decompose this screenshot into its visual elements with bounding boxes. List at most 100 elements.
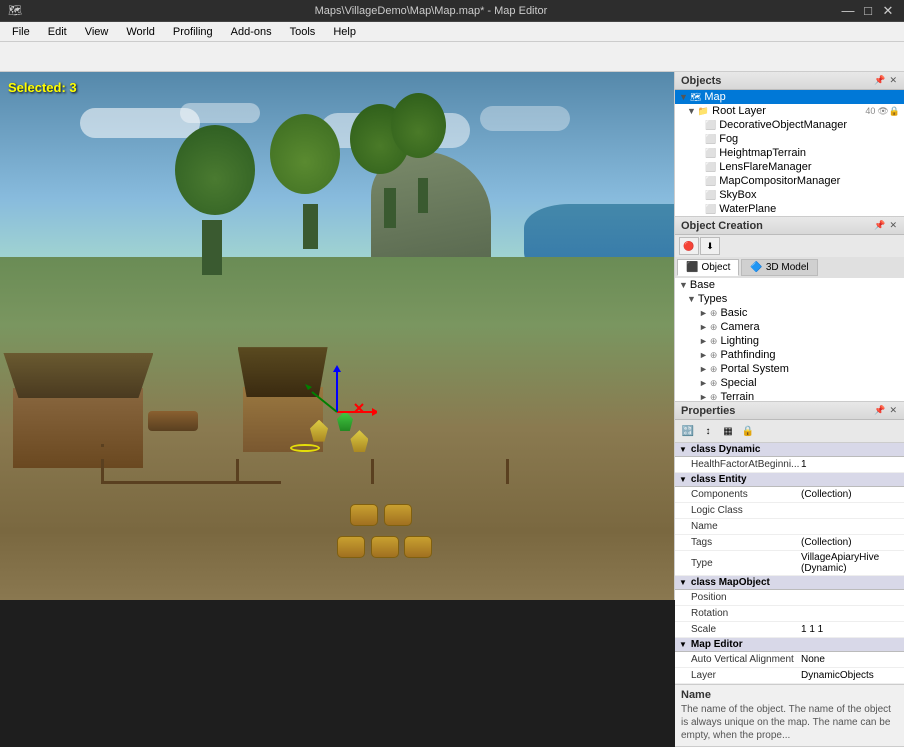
tree-trunk-4 xyxy=(418,178,428,213)
haybale-4 xyxy=(350,504,378,526)
cloud-4 xyxy=(480,106,570,131)
tree-item-skybox[interactable]: ⬜ SkyBox xyxy=(675,188,904,202)
tree-item-root-layer[interactable]: ▼ 📁 Root Layer 40 👁 🔒 xyxy=(675,104,904,118)
objects-panel: Objects 📌 ✕ ▼ 🗺 Map ▼ 📁 Root Layer 40 xyxy=(675,72,904,217)
creation-btn-1[interactable]: 🔴 xyxy=(679,237,699,255)
properties-panel-title: Properties xyxy=(681,405,735,417)
prop-filter-btn[interactable]: ↕ xyxy=(699,422,717,440)
creation-tree-lighting[interactable]: ► ⊕ Lighting xyxy=(675,334,904,348)
creation-tree-special[interactable]: ► ⊕ Special xyxy=(675,376,904,390)
main-layout: Selected: 3 Objects 📌 ✕ ▼ 🗺 Map xyxy=(0,72,904,600)
prop-autovertical: Auto Vertical Alignment None xyxy=(675,652,904,668)
tab-3dmodel[interactable]: 🔷 3D Model xyxy=(741,259,817,276)
properties-panel: Properties 📌 ✕ 🔡 ↕ ▦ 🔒 ▼ class Dynamic xyxy=(675,402,904,747)
creation-tree-types[interactable]: ▼ Types xyxy=(675,292,904,306)
fence-1 xyxy=(101,481,281,484)
minimize-button[interactable]: — xyxy=(840,3,856,19)
tree-item-heightmap[interactable]: ⬜ HeightmapTerrain xyxy=(675,146,904,160)
tree-item-map[interactable]: ▼ 🗺 Map xyxy=(675,90,904,104)
prop-sort-btn[interactable]: 🔡 xyxy=(679,422,697,440)
viewport[interactable]: Selected: 3 xyxy=(0,72,674,600)
objects-tree[interactable]: ▼ 🗺 Map ▼ 📁 Root Layer 40 👁 🔒 ⬜ xyxy=(675,90,904,216)
tree-item-decorative[interactable]: ⬜ DecorativeObjectManager xyxy=(675,118,904,132)
tree-item-waterplane[interactable]: ⬜ WaterPlane xyxy=(675,202,904,216)
tab-3dmodel-label: 3D Model xyxy=(766,262,809,273)
properties-panel-header: Properties 📌 ✕ xyxy=(675,402,904,420)
transform-gizmo xyxy=(297,362,377,442)
tree-item-lensflare[interactable]: ⬜ LensFlareManager xyxy=(675,160,904,174)
creation-close-icon[interactable]: ✕ xyxy=(888,219,898,232)
viewport-label: Selected: 3 xyxy=(8,80,77,95)
prop-components: Components (Collection) xyxy=(675,487,904,503)
haybale-5 xyxy=(384,504,412,526)
haybale-3 xyxy=(404,536,432,558)
menu-item-tools[interactable]: Tools xyxy=(282,24,324,40)
maximize-button[interactable]: □ xyxy=(860,3,876,19)
right-panels: Objects 📌 ✕ ▼ 🗺 Map ▼ 📁 Root Layer 40 xyxy=(674,72,904,600)
creation-icon-bar: 🔴 ⬇ xyxy=(675,235,904,257)
properties-panel-icons: 📌 ✕ xyxy=(873,404,898,417)
logs xyxy=(148,411,198,431)
section-entity[interactable]: ▼ class Entity xyxy=(675,473,904,487)
roof-left xyxy=(3,353,153,398)
creation-tree[interactable]: ▼ Base ▼ Types ► ⊕ Basic ► ⊕ xyxy=(675,278,904,401)
properties-toolbar: 🔡 ↕ ▦ 🔒 xyxy=(675,420,904,443)
close-button[interactable]: ✕ xyxy=(880,3,896,19)
titlebar-icon: 🗺 xyxy=(8,4,22,17)
creation-tree-base[interactable]: ▼ Base xyxy=(675,278,904,292)
titlebar: 🗺 Maps\VillageDemo\Map\Map.map* - Map Ed… xyxy=(0,0,904,22)
building-left xyxy=(13,388,143,468)
tree-top-4 xyxy=(391,93,446,158)
prop-layer: Layer DynamicObjects xyxy=(675,668,904,684)
name-desc-text: The name of the object. The name of the … xyxy=(681,703,898,742)
tree-top-2 xyxy=(270,114,340,194)
creation-panel-header: Object Creation 📌 ✕ xyxy=(675,217,904,235)
properties-pin-icon[interactable]: 📌 xyxy=(873,404,886,417)
section-dynamic[interactable]: ▼ class Dynamic xyxy=(675,443,904,457)
objects-panel-header: Objects 📌 ✕ xyxy=(675,72,904,90)
scene xyxy=(0,72,674,600)
creation-tree-portalsystem[interactable]: ► ⊕ Portal System xyxy=(675,362,904,376)
menu-item-world[interactable]: World xyxy=(118,24,163,40)
prop-healthfactor: HealthFactorAtBeginni... 1 xyxy=(675,457,904,473)
tree-top-1 xyxy=(175,125,255,215)
prop-logicclass: Logic Class xyxy=(675,503,904,519)
tab-object[interactable]: ⬛ Object xyxy=(677,259,739,276)
creation-tree-terrain[interactable]: ► ⊕ Terrain xyxy=(675,390,904,401)
menu-item-profiling[interactable]: Profiling xyxy=(165,24,221,40)
tree-item-mapcompositor[interactable]: ⬜ MapCompositorManager xyxy=(675,174,904,188)
objects-close-icon[interactable]: ✕ xyxy=(888,74,898,87)
tab-object-label: Object xyxy=(701,262,730,273)
creation-panel-icons: 📌 ✕ xyxy=(873,219,898,232)
menu-item-view[interactable]: View xyxy=(77,24,117,40)
prop-expand-btn[interactable]: ▦ xyxy=(719,422,737,440)
titlebar-title: Maps\VillageDemo\Map\Map.map* - Map Edit… xyxy=(22,5,840,17)
properties-list: ▼ class Dynamic HealthFactorAtBeginni...… xyxy=(675,443,904,684)
creation-tree-basic[interactable]: ► ⊕ Basic xyxy=(675,306,904,320)
menu-item-add-ons[interactable]: Add-ons xyxy=(223,24,280,40)
menu-item-edit[interactable]: Edit xyxy=(40,24,75,40)
creation-tree-pathfinding[interactable]: ► ⊕ Pathfinding xyxy=(675,348,904,362)
objects-pin-icon[interactable]: 📌 xyxy=(873,74,886,87)
section-mapeditor[interactable]: ▼ Map Editor xyxy=(675,638,904,652)
tree-trunk-3 xyxy=(384,188,396,228)
prop-position: Position xyxy=(675,590,904,606)
creation-tabs: ⬛ Object 🔷 3D Model xyxy=(675,257,904,278)
menu-item-file[interactable]: File xyxy=(4,24,38,40)
fence-post-2 xyxy=(236,459,239,484)
tab-object-icon: ⬛ xyxy=(686,262,698,273)
tree-item-fog[interactable]: ⬜ Fog xyxy=(675,132,904,146)
creation-pin-icon[interactable]: 📌 xyxy=(873,219,886,232)
menu-item-help[interactable]: Help xyxy=(325,24,364,40)
prop-lock-btn[interactable]: 🔒 xyxy=(739,422,757,440)
fence-post-3 xyxy=(371,459,374,484)
tab-3dmodel-icon: 🔷 xyxy=(750,262,762,273)
fence-post-4 xyxy=(506,459,509,484)
titlebar-controls: — □ ✕ xyxy=(840,3,896,19)
toolbar xyxy=(0,42,904,72)
objects-panel-icons: 📌 ✕ xyxy=(873,74,898,87)
section-mapobject[interactable]: ▼ class MapObject xyxy=(675,576,904,590)
creation-tree-camera[interactable]: ► ⊕ Camera xyxy=(675,320,904,334)
properties-close-icon[interactable]: ✕ xyxy=(888,404,898,417)
creation-btn-2[interactable]: ⬇ xyxy=(700,237,720,255)
